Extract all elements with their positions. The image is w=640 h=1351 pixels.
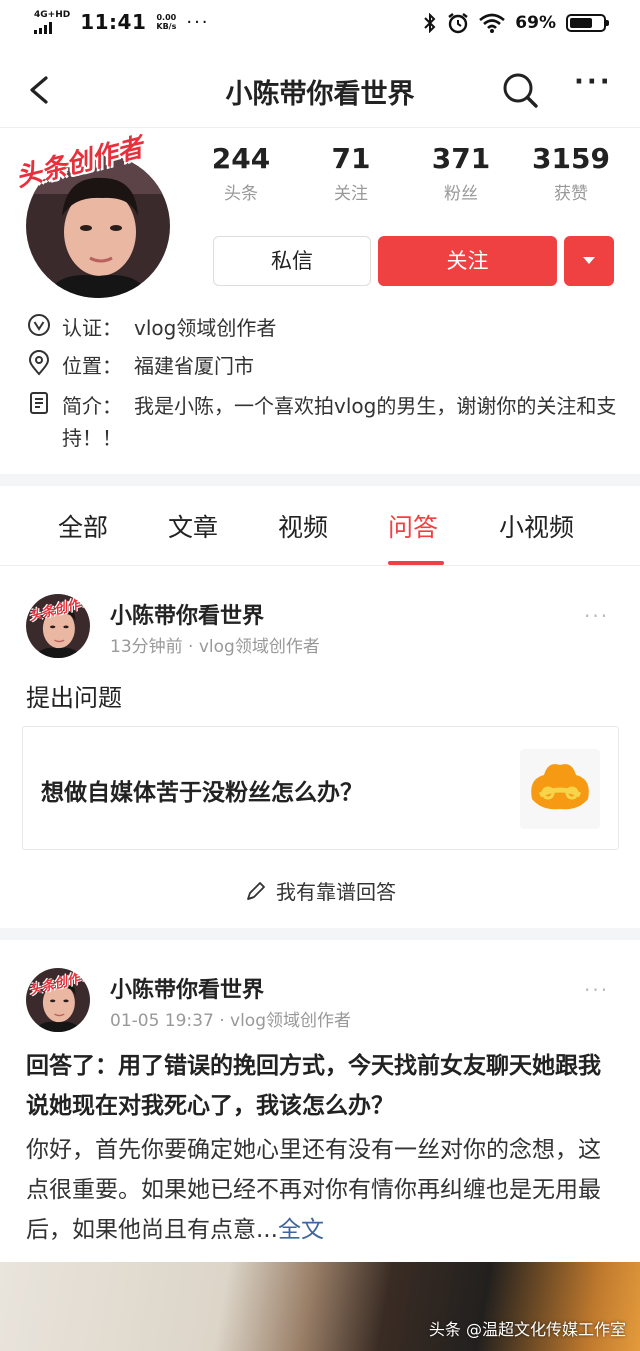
verification-row: 认证： vlog领域创作者 (26, 312, 276, 341)
answer-body[interactable]: 你好，首先你要确定她心里还有没有一丝对你的念想，这点很重要。如果她已经不再对你有… (26, 1130, 618, 1250)
tab-short-videos[interactable]: 小视频 (499, 508, 574, 544)
page-title: 小陈带你看世界 (225, 79, 415, 110)
bio-text: 简介： 我是小陈，一个喜欢拍vlog的男生，谢谢你的关注和支持！！ (62, 394, 617, 450)
battery-percent: 69% (515, 13, 556, 33)
top-navigation-bar: 小陈带你看世界 ··· (0, 52, 640, 128)
section-divider (0, 474, 640, 486)
author-name[interactable]: 小陈带你看世界 (110, 598, 264, 630)
card-more-icon[interactable]: ··· (584, 978, 609, 1002)
tab-articles[interactable]: 文章 (168, 508, 218, 544)
status-more-icon: ··· (186, 11, 210, 33)
follow-dropdown-button[interactable] (564, 236, 614, 286)
tab-videos[interactable]: 视频 (278, 508, 328, 544)
network-speed: 0.00 KB/s (156, 13, 177, 31)
follow-button[interactable]: 关注 (378, 236, 557, 286)
tab-qa[interactable]: 问答 (388, 508, 438, 544)
full-text-link[interactable]: 全文 (278, 1217, 324, 1243)
author-name[interactable]: 小陈带你看世界 (110, 972, 264, 1004)
question-thumbnail (520, 749, 600, 829)
author-avatar[interactable]: 头条创作者 (26, 968, 90, 1032)
location-row: 位置： 福建省厦门市 (26, 350, 254, 379)
profile-stats: 244 头条 71 关注 371 粉丝 3159 获赞 (186, 142, 626, 204)
section-divider (0, 928, 640, 940)
tab-all[interactable]: 全部 (58, 508, 108, 544)
write-answer-button[interactable]: 我有靠谱回答 (0, 876, 640, 905)
search-icon[interactable] (500, 70, 540, 110)
message-button[interactable]: 私信 (213, 236, 371, 286)
author-avatar[interactable]: 头条创作者 (26, 594, 90, 658)
stat-followers[interactable]: 371 粉丝 (406, 142, 516, 204)
watermark: 头条 @温超文化传媒工作室 (428, 1320, 626, 1339)
clock: 11:41 (80, 10, 147, 34)
qa-logo-icon (531, 764, 589, 810)
post-meta: 01-05 19:37 · vlog领域创作者 (110, 1011, 351, 1031)
battery-icon (566, 14, 609, 32)
stat-following[interactable]: 71 关注 (296, 142, 406, 204)
bluetooth-icon (424, 13, 436, 33)
more-options-icon[interactable]: ··· (574, 69, 618, 108)
alarm-icon (448, 13, 469, 34)
question-box[interactable]: 想做自媒体苦于没粉丝怎么办？ (22, 726, 619, 850)
status-bar: 4G+HD 11:41 0.00 KB/s ··· 69% (0, 0, 640, 52)
pencil-icon (247, 882, 265, 900)
profile-header: 头条创作者 244 头条 71 关注 371 粉丝 3159 获赞 私信 关注 … (0, 128, 640, 474)
signal-icon: 4G+HD (34, 10, 70, 34)
wifi-icon (479, 13, 506, 33)
location-pin-icon (28, 350, 50, 376)
feed-card-question: 头条创作者 小陈带你看世界 13分钟前 · vlog领域创作者 ··· 提出问题… (0, 566, 640, 928)
verified-icon (28, 314, 50, 336)
document-icon (30, 392, 48, 414)
active-tab-indicator (388, 561, 444, 565)
stat-likes[interactable]: 3159 获赞 (516, 142, 626, 204)
content-tabs: 全部 文章 视频 问答 小视频 (0, 486, 640, 566)
answer-title[interactable]: 回答了：用了错误的挽回方式，今天找前女友聊天她跟我说她现在对我死心了，我该怎么办… (26, 1046, 618, 1126)
card-more-icon[interactable]: ··· (584, 604, 609, 628)
feed-card-answer: 头条创作者 小陈带你看世界 01-05 19:37 · vlog领域创作者 ··… (0, 940, 640, 1262)
post-meta: 13分钟前 · vlog领域创作者 (110, 637, 320, 657)
question-title: 想做自媒体苦于没粉丝怎么办？ (41, 780, 363, 806)
bio-row: 简介： 我是小陈，一个喜欢拍vlog的男生，谢谢你的关注和支持！！ (26, 390, 632, 454)
stat-articles[interactable]: 244 头条 (186, 142, 296, 204)
action-label: 提出问题 (26, 684, 122, 712)
